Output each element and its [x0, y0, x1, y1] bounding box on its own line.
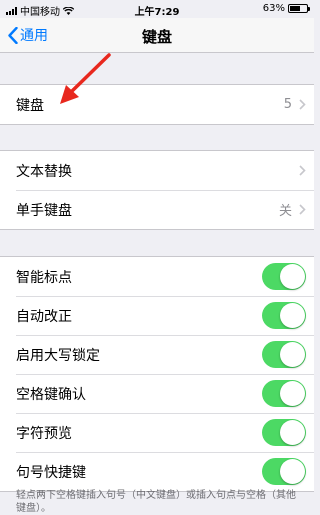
- row-period-shortcut: 句号快捷键: [0, 452, 314, 491]
- toggle-knob: [280, 420, 305, 445]
- row-label: 键盘: [16, 97, 44, 114]
- toggle-knob: [280, 459, 305, 484]
- text-options-section: 文本替换 单手键盘 关: [0, 150, 314, 230]
- keyboards-section: 键盘 5: [0, 84, 314, 125]
- row-label: 智能标点: [16, 269, 72, 286]
- space-confirm-toggle[interactable]: [262, 380, 306, 407]
- footer-note: 轻点两下空格键插入句号（中文键盘）或插入句点与空格（其他键盘）。: [16, 490, 296, 514]
- row-auto-correction: 自动改正: [0, 296, 314, 335]
- row-space-confirm: 空格键确认: [0, 374, 314, 413]
- battery-level: [290, 6, 300, 11]
- row-value: 5: [283, 97, 292, 112]
- auto-correction-toggle[interactable]: [262, 302, 306, 329]
- toggle-knob: [280, 342, 305, 367]
- status-right: 63%: [262, 3, 310, 14]
- toggles-section: 智能标点 自动改正 启用大写锁定 空格键确认 字符预览 句号快捷键: [0, 256, 314, 492]
- row-value: 关: [278, 204, 292, 219]
- row-label: 文本替换: [16, 163, 72, 180]
- battery-percent: 63%: [262, 3, 285, 14]
- row-label: 单手键盘: [16, 202, 72, 219]
- row-label: 字符预览: [16, 425, 72, 442]
- row-text-replacement[interactable]: 文本替换: [0, 151, 314, 190]
- row-label: 自动改正: [16, 308, 72, 325]
- row-label: 句号快捷键: [16, 464, 86, 481]
- chevron-right-icon: [299, 165, 306, 176]
- smart-punctuation-toggle[interactable]: [262, 263, 306, 290]
- toggle-knob: [280, 381, 305, 406]
- row-label: 空格键确认: [16, 386, 86, 403]
- toggle-knob: [280, 303, 305, 328]
- toggle-knob: [280, 264, 305, 289]
- row-one-handed-keyboard[interactable]: 单手键盘 关: [0, 190, 314, 229]
- character-preview-toggle[interactable]: [262, 419, 306, 446]
- row-character-preview: 字符预览: [0, 413, 314, 452]
- chevron-right-icon: [299, 204, 306, 215]
- period-shortcut-toggle[interactable]: [262, 458, 306, 485]
- row-caps-lock: 启用大写锁定: [0, 335, 314, 374]
- caps-lock-toggle[interactable]: [262, 341, 306, 368]
- row-keyboards[interactable]: 键盘 5: [0, 85, 314, 124]
- page-title: 键盘: [141, 28, 172, 46]
- battery-icon: [288, 4, 310, 13]
- row-smart-punctuation: 智能标点: [0, 257, 314, 296]
- status-bar: 中国移动 上午7:29 63%: [0, 0, 314, 18]
- row-label: 启用大写锁定: [16, 347, 100, 364]
- chevron-right-icon: [299, 99, 306, 110]
- annotation-arrow-icon: [60, 53, 111, 104]
- navigation-bar: 通用 键盘: [0, 18, 314, 53]
